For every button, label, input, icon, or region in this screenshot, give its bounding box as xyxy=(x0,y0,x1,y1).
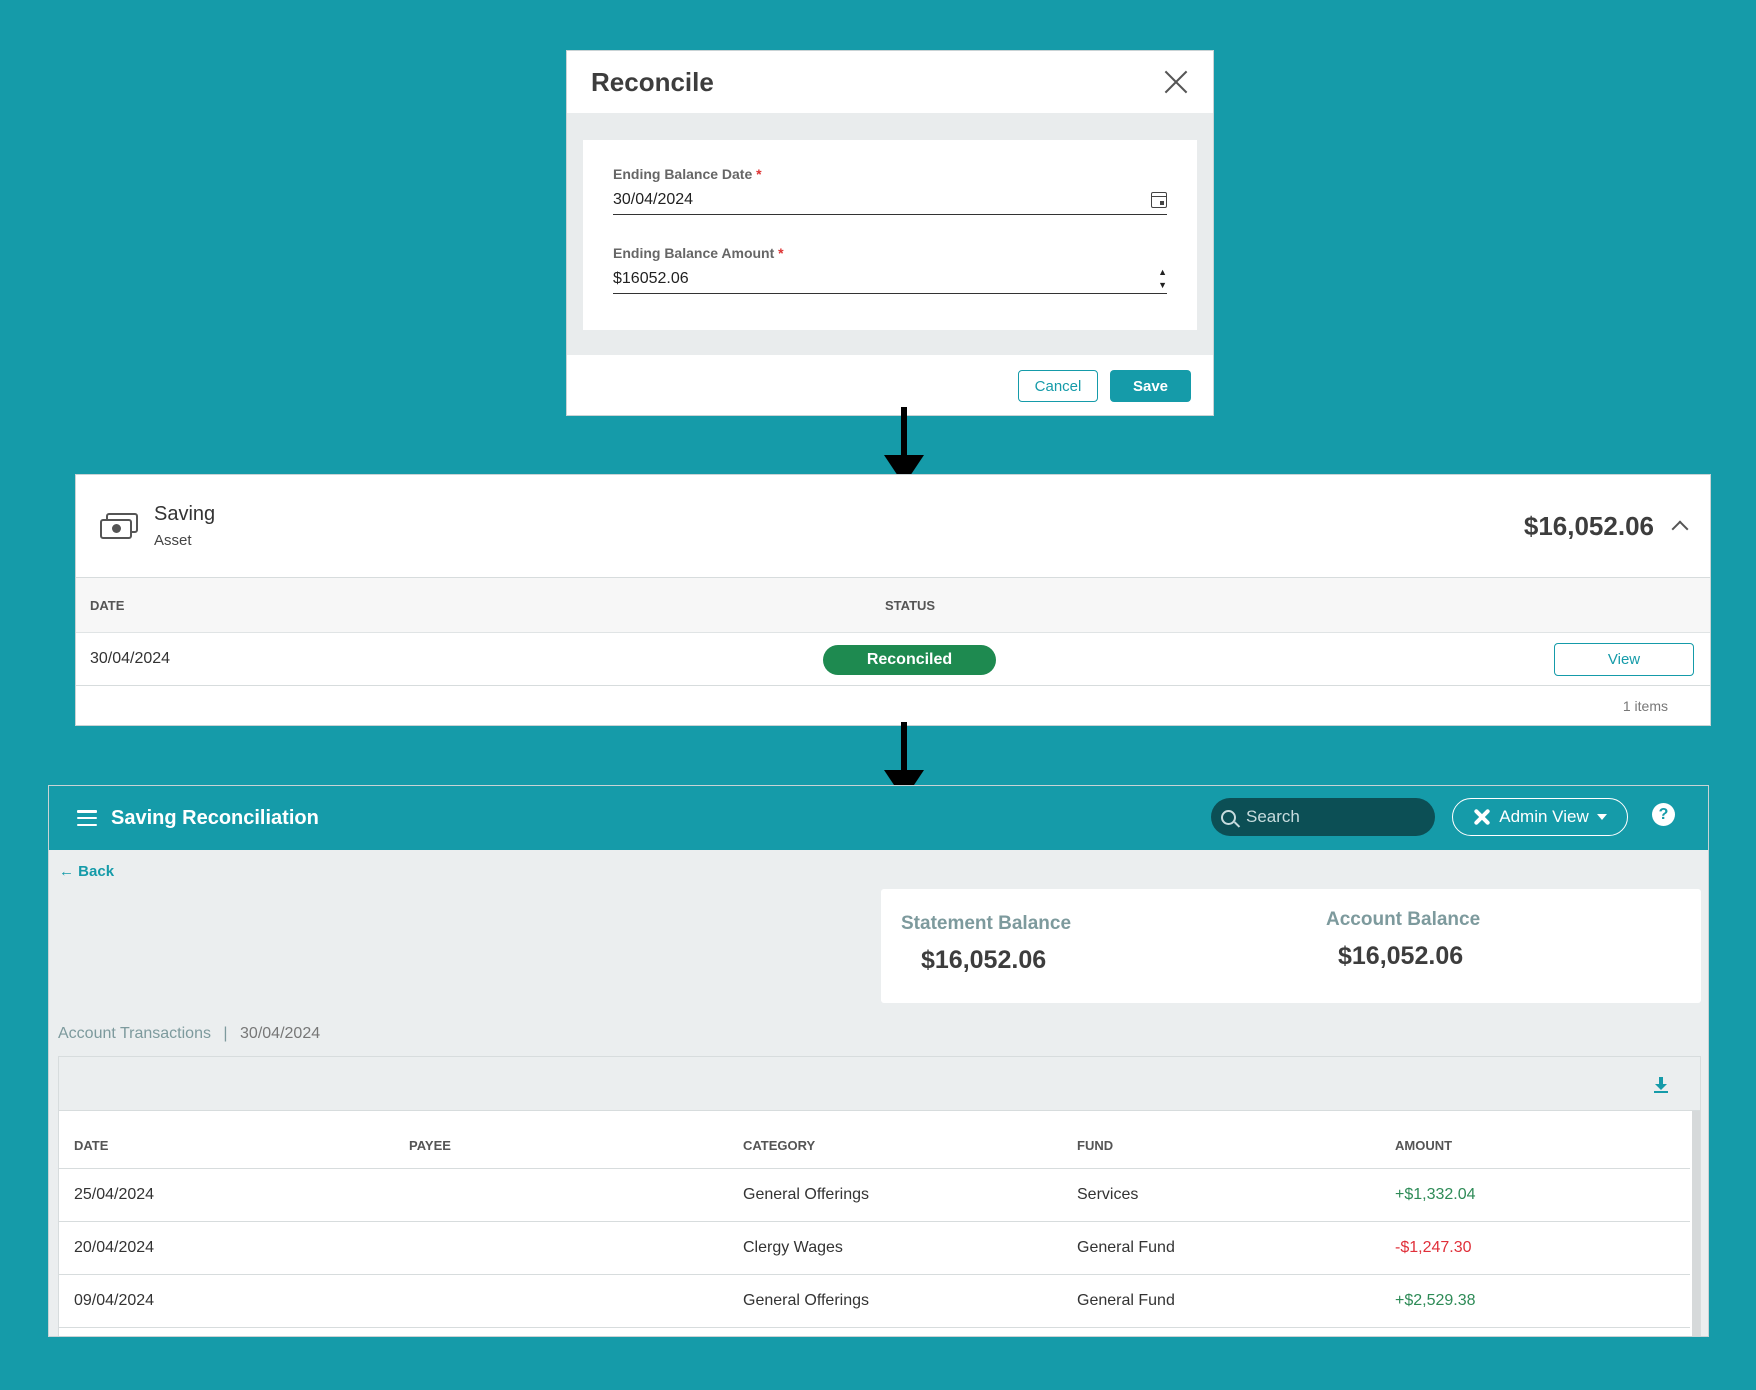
table-row: 30/04/2024 Reconciled View xyxy=(76,633,1710,686)
cell-fund: General Fund xyxy=(1077,1292,1175,1309)
transactions-date: 30/04/2024 xyxy=(240,1025,321,1042)
transactions-label: Account Transactions xyxy=(58,1025,211,1042)
ending-balance-amount-input[interactable]: $16052.06 ▲ ▼ xyxy=(613,264,1167,294)
chevron-up-icon[interactable] xyxy=(1671,520,1689,538)
cancel-button[interactable]: Cancel xyxy=(1018,370,1098,402)
table-header: DATE PAYEE CATEGORY FUND AMOUNT xyxy=(59,1111,1690,1169)
field-value[interactable]: 30/04/2024 xyxy=(613,191,693,209)
transactions-table: DATE PAYEE CATEGORY FUND AMOUNT 25/04/20… xyxy=(58,1056,1701,1336)
cell-fund: General Fund xyxy=(1077,1239,1175,1256)
cell-amount: -$1,247.30 xyxy=(1395,1239,1472,1256)
reconciliation-page: Saving Reconciliation Search Admin View … xyxy=(48,785,1709,1337)
required-mark: * xyxy=(756,166,762,182)
back-label: Back xyxy=(78,863,115,880)
account-name: Saving xyxy=(154,503,216,525)
admin-view-dropdown[interactable]: Admin View xyxy=(1452,798,1628,836)
column-fund[interactable]: FUND xyxy=(1077,1138,1113,1153)
statement-balance-label: Statement Balance xyxy=(901,913,1072,934)
statement-balance-value: $16,052.06 xyxy=(921,946,1047,974)
cell-amount: +$2,529.38 xyxy=(1395,1292,1476,1309)
help-icon[interactable]: ? xyxy=(1652,803,1675,826)
dialog-title: Reconcile xyxy=(591,66,714,97)
account-header[interactable]: Saving Asset $16,052.06 xyxy=(76,475,1710,578)
column-date[interactable]: DATE xyxy=(74,1138,108,1153)
reconciliation-table-header: DATE STATUS xyxy=(76,578,1710,633)
number-stepper[interactable]: ▲ ▼ xyxy=(1158,268,1167,290)
search-icon xyxy=(1221,809,1236,825)
reconcile-dialog: Reconcile Ending Balance Date * 30/04/20… xyxy=(566,50,1214,416)
ending-balance-date-input[interactable]: 30/04/2024 xyxy=(613,185,1167,215)
money-icon xyxy=(100,513,138,539)
page-title: Saving Reconciliation xyxy=(111,806,319,829)
dialog-header: Reconcile xyxy=(567,51,1213,113)
separator: | xyxy=(223,1025,228,1042)
close-icon[interactable] xyxy=(1163,69,1189,95)
arrow-left-icon: ← xyxy=(59,863,74,880)
table-toolbar xyxy=(59,1057,1700,1111)
account-balance-label: Account Balance xyxy=(1326,909,1481,930)
vertical-scrollbar[interactable] xyxy=(1692,1111,1700,1336)
account-panel: Saving Asset $16,052.06 DATE STATUS 30/0… xyxy=(75,474,1711,726)
table-row[interactable]: 09/04/2024 General Offerings General Fun… xyxy=(59,1275,1690,1328)
increment-icon[interactable]: ▲ xyxy=(1158,268,1167,277)
account-balance-value: $16,052.06 xyxy=(1338,942,1464,970)
cell-fund: Services xyxy=(1077,1186,1139,1203)
table-row[interactable]: 25/04/2024 General Offerings Services +$… xyxy=(59,1169,1690,1222)
cell-amount: +$1,332.04 xyxy=(1395,1186,1476,1203)
cell-date: 20/04/2024 xyxy=(74,1239,155,1256)
column-status: STATUS xyxy=(885,597,936,613)
item-count: 1 items xyxy=(1622,697,1668,714)
dialog-form: Ending Balance Date * 30/04/2024 Ending … xyxy=(583,140,1197,330)
cell-category: General Offerings xyxy=(743,1292,869,1309)
back-link[interactable]: ← Back xyxy=(59,863,114,880)
search-input[interactable]: Search xyxy=(1211,798,1435,836)
balance-summary-card: Statement Balance $16,052.06 Account Bal… xyxy=(881,889,1701,1003)
required-mark: * xyxy=(778,245,784,261)
column-category[interactable]: CATEGORY xyxy=(743,1138,815,1153)
column-payee[interactable]: PAYEE xyxy=(409,1138,451,1153)
search-placeholder: Search xyxy=(1246,807,1300,826)
table-row[interactable]: 20/04/2024 Clergy Wages General Fund -$1… xyxy=(59,1222,1690,1275)
tools-icon xyxy=(1473,808,1491,826)
field-value[interactable]: $16052.06 xyxy=(613,270,689,288)
cell-category: Clergy Wages xyxy=(743,1239,843,1256)
account-type: Asset xyxy=(154,532,192,549)
field-label: Ending Balance Amount xyxy=(613,245,775,261)
column-amount[interactable]: AMOUNT xyxy=(1395,1138,1452,1153)
top-bar: Saving Reconciliation Search Admin View … xyxy=(49,786,1708,850)
admin-view-label: Admin View xyxy=(1499,807,1589,826)
decrement-icon[interactable]: ▼ xyxy=(1158,281,1167,290)
menu-icon[interactable] xyxy=(77,810,97,826)
ending-balance-date-field: Ending Balance Date * 30/04/2024 xyxy=(613,166,1167,215)
view-button[interactable]: View xyxy=(1554,643,1694,676)
field-label: Ending Balance Date xyxy=(613,166,753,182)
download-icon[interactable] xyxy=(1654,1077,1668,1093)
status-badge: Reconciled xyxy=(823,645,996,675)
save-button[interactable]: Save xyxy=(1110,370,1191,402)
column-date: DATE xyxy=(90,597,125,613)
cell-category: General Offerings xyxy=(743,1186,869,1203)
ending-balance-amount-field: Ending Balance Amount * $16052.06 ▲ ▼ xyxy=(613,245,1167,294)
dialog-body: Ending Balance Date * 30/04/2024 Ending … xyxy=(567,113,1213,355)
cell-date: 09/04/2024 xyxy=(74,1292,155,1309)
caret-down-icon xyxy=(1596,814,1607,820)
cell-date: 25/04/2024 xyxy=(74,1186,155,1203)
transactions-heading: Account Transactions | 30/04/2024 xyxy=(58,1025,320,1043)
row-date: 30/04/2024 xyxy=(90,650,171,667)
account-balance: $16,052.06 xyxy=(1523,510,1654,541)
calendar-icon[interactable] xyxy=(1151,191,1167,208)
